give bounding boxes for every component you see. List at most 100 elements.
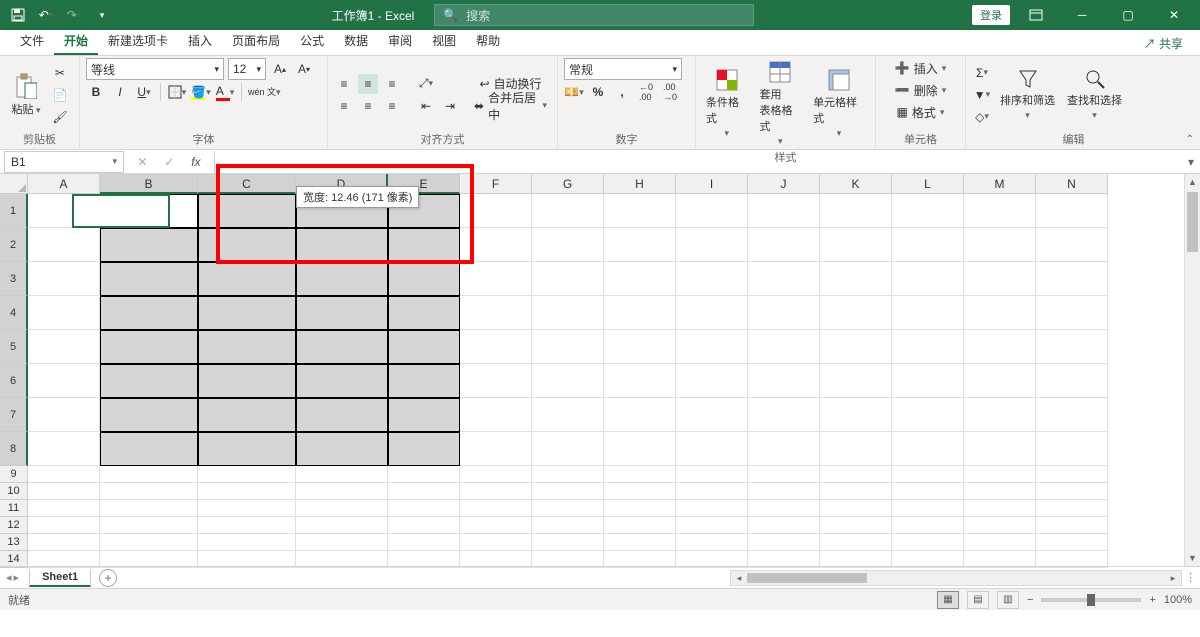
zoom-in-button[interactable]: + — [1149, 594, 1155, 606]
percent-button[interactable]: % — [588, 82, 608, 102]
cell[interactable] — [748, 364, 820, 398]
undo-button[interactable]: ↶ — [34, 3, 58, 27]
cell[interactable] — [748, 534, 820, 551]
cell[interactable] — [296, 432, 388, 466]
cell[interactable] — [892, 296, 964, 330]
cell[interactable] — [296, 534, 388, 551]
cell[interactable] — [604, 296, 676, 330]
row-header[interactable]: 12 — [0, 517, 28, 534]
cell[interactable] — [296, 228, 388, 262]
cell[interactable] — [532, 194, 604, 228]
cell[interactable] — [296, 262, 388, 296]
orientation-button[interactable]: ⤢ — [416, 74, 436, 94]
cell[interactable] — [676, 364, 748, 398]
cell[interactable] — [388, 466, 460, 483]
row-header[interactable]: 13 — [0, 534, 28, 551]
cell[interactable] — [820, 228, 892, 262]
cell[interactable] — [198, 432, 296, 466]
cell[interactable] — [388, 364, 460, 398]
cell[interactable] — [676, 228, 748, 262]
row-header[interactable]: 4 — [0, 296, 28, 330]
ribbon-tab-3[interactable]: 插入 — [178, 28, 222, 55]
cell[interactable] — [28, 534, 100, 551]
insert-cells-button[interactable]: ➕插入 — [895, 58, 947, 78]
cell[interactable] — [388, 534, 460, 551]
cell[interactable] — [820, 194, 892, 228]
column-header[interactable]: F — [460, 174, 532, 194]
cell[interactable] — [388, 483, 460, 500]
cell[interactable] — [676, 500, 748, 517]
cell[interactable] — [532, 398, 604, 432]
column-header[interactable]: K — [820, 174, 892, 194]
cell[interactable] — [748, 194, 820, 228]
cell[interactable] — [100, 398, 198, 432]
cell[interactable] — [532, 262, 604, 296]
cell[interactable] — [676, 194, 748, 228]
cell[interactable] — [676, 432, 748, 466]
cell[interactable] — [28, 432, 100, 466]
cell[interactable] — [892, 228, 964, 262]
cell[interactable] — [460, 364, 532, 398]
cell[interactable] — [748, 517, 820, 534]
cell[interactable] — [532, 466, 604, 483]
row-header[interactable]: 2 — [0, 228, 28, 262]
column-header[interactable]: C — [198, 174, 296, 194]
cell[interactable] — [28, 500, 100, 517]
cell[interactable] — [1036, 432, 1108, 466]
cell[interactable] — [100, 364, 198, 398]
cell[interactable] — [1036, 330, 1108, 364]
cell[interactable] — [388, 517, 460, 534]
scroll-left-button[interactable]: ◂ — [731, 571, 747, 585]
cell[interactable] — [676, 517, 748, 534]
ribbon-tab-2[interactable]: 新建选项卡 — [98, 28, 178, 55]
cell[interactable] — [748, 398, 820, 432]
accounting-format-button[interactable]: 💴 — [564, 82, 584, 102]
page-layout-view-button[interactable]: ▤ — [967, 591, 989, 609]
zoom-level[interactable]: 100% — [1164, 594, 1192, 606]
qat-customize-button[interactable]: ▾ — [90, 3, 114, 27]
comma-button[interactable]: , — [612, 82, 632, 102]
cell-styles-button[interactable]: 单元格样式 — [809, 66, 869, 141]
cell[interactable] — [28, 466, 100, 483]
increase-indent-button[interactable]: ⇥ — [440, 96, 460, 116]
cell[interactable] — [198, 398, 296, 432]
cells-area[interactable] — [28, 194, 1184, 566]
cell[interactable] — [1036, 483, 1108, 500]
cell[interactable] — [100, 432, 198, 466]
cell[interactable] — [100, 483, 198, 500]
cell[interactable] — [604, 432, 676, 466]
cell[interactable] — [892, 432, 964, 466]
cell[interactable] — [460, 296, 532, 330]
number-format-combo[interactable]: 常规▾ — [564, 58, 682, 80]
cut-button[interactable]: ✂ — [50, 63, 70, 83]
cell[interactable] — [532, 534, 604, 551]
cell[interactable] — [892, 500, 964, 517]
page-break-view-button[interactable]: ▥ — [997, 591, 1019, 609]
scroll-right-button[interactable]: ▸ — [1165, 571, 1181, 585]
cell[interactable] — [388, 330, 460, 364]
column-header[interactable]: B — [100, 174, 198, 194]
cell[interactable] — [1036, 296, 1108, 330]
cell[interactable] — [28, 228, 100, 262]
cell[interactable] — [28, 483, 100, 500]
cell[interactable] — [1036, 517, 1108, 534]
cell[interactable] — [198, 517, 296, 534]
copy-button[interactable]: 📄 — [50, 85, 70, 105]
cell[interactable] — [748, 483, 820, 500]
cell[interactable] — [892, 194, 964, 228]
cell[interactable] — [604, 364, 676, 398]
align-middle-button[interactable]: ≡ — [358, 74, 378, 94]
cell[interactable] — [964, 330, 1036, 364]
cell[interactable] — [748, 466, 820, 483]
font-size-combo[interactable]: 12▾ — [228, 58, 266, 80]
clear-button[interactable]: ◇ — [972, 107, 992, 127]
search-box[interactable]: 🔍 搜索 — [434, 4, 754, 26]
cell[interactable] — [532, 483, 604, 500]
cell[interactable] — [1036, 364, 1108, 398]
ribbon-tab-0[interactable]: 文件 — [10, 28, 54, 55]
cell[interactable] — [604, 500, 676, 517]
cell[interactable] — [1036, 500, 1108, 517]
cell[interactable] — [388, 296, 460, 330]
cell[interactable] — [604, 330, 676, 364]
cell[interactable] — [100, 330, 198, 364]
